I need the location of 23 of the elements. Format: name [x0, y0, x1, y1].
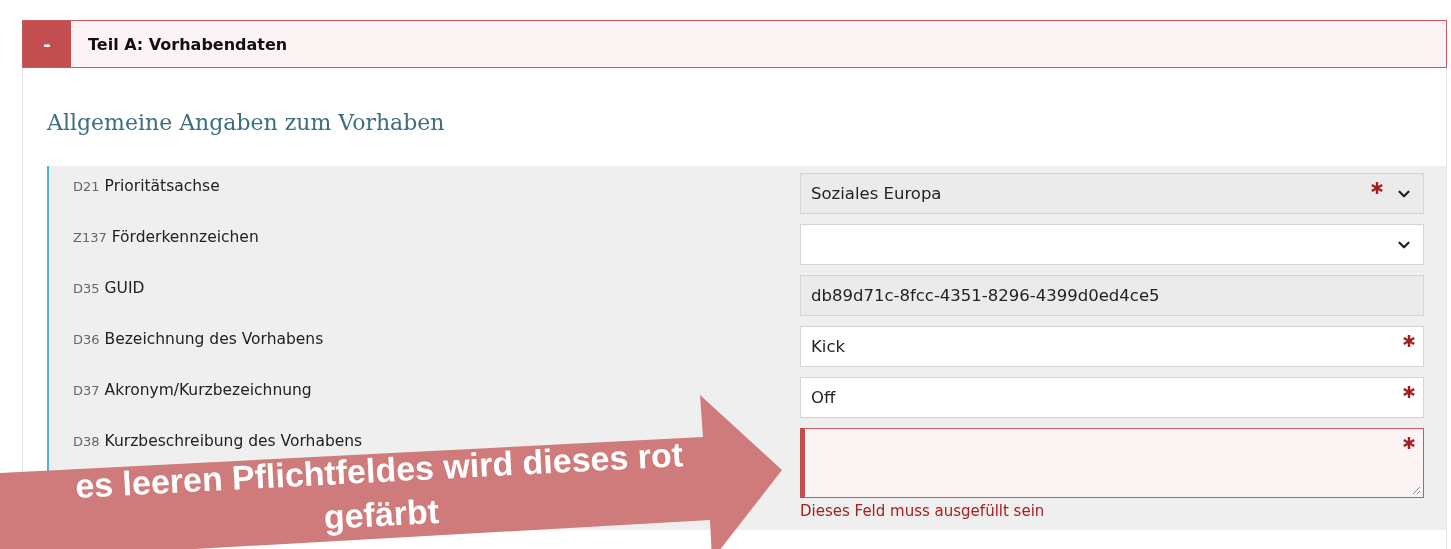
field-label: Bezeichnung des Vorhabens: [104, 330, 324, 348]
field-label: Förderkennzeichen: [111, 228, 259, 246]
section-title: Teil A: Vorhabendaten: [88, 34, 288, 54]
field-code: D35: [73, 281, 100, 296]
textarea-field[interactable]: [800, 428, 1424, 498]
input-field[interactable]: Off: [800, 377, 1424, 418]
field-code: D36: [73, 332, 100, 347]
collapse-button[interactable]: -: [23, 21, 71, 67]
field-label: GUID: [104, 279, 145, 297]
select-field[interactable]: Soziales Europa: [800, 173, 1424, 214]
group-heading: Allgemeine Angaben zum Vorhaben: [47, 110, 446, 137]
input-field[interactable]: Kick: [800, 326, 1424, 367]
field-label: Prioritätsachse: [104, 177, 220, 195]
field-code: D21: [73, 179, 100, 194]
input-field[interactable]: db89d71c-8fcc-4351-8296-4399d0ed4ce5: [800, 275, 1424, 316]
field-label: Kurzbeschreibung des Vorhabens: [104, 432, 363, 450]
field-code: D37: [73, 383, 100, 398]
resize-grip-icon: [1411, 485, 1421, 495]
select-field[interactable]: [800, 224, 1424, 265]
error-message: Dieses Feld muss ausgefüllt sein: [800, 502, 1046, 520]
field-code: Z137: [73, 230, 107, 245]
field-label: Akronym/Kurzbezeichnung: [104, 381, 312, 399]
field-code: D38: [73, 434, 100, 449]
